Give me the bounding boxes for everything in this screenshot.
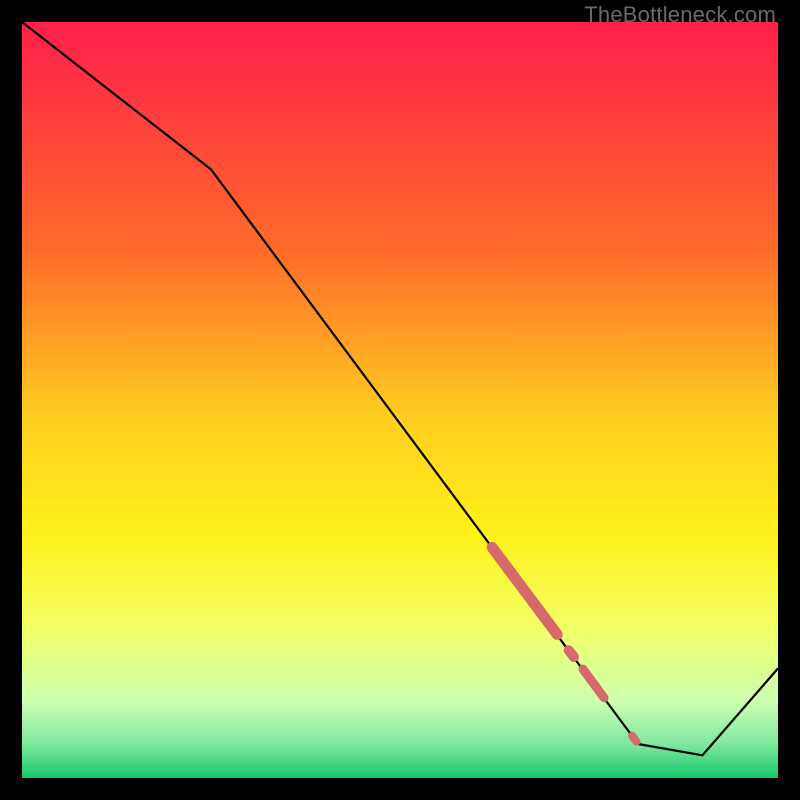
highlight-segment	[632, 736, 637, 742]
plot-area	[22, 22, 778, 778]
watermark-text: TheBottleneck.com	[584, 2, 776, 28]
gradient-background	[22, 22, 778, 778]
highlight-segment	[569, 650, 574, 657]
chart-frame: TheBottleneck.com	[0, 0, 800, 800]
bottleneck-chart	[22, 22, 778, 778]
